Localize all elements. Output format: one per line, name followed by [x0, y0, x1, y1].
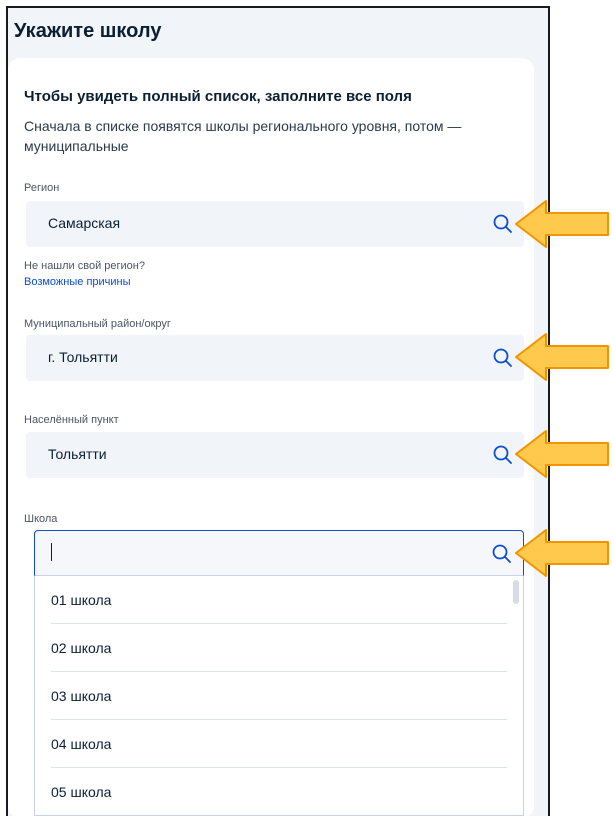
district-field[interactable]: г. Тольятти: [26, 335, 524, 381]
text-caret: [51, 543, 52, 561]
list-item[interactable]: 04 школа: [51, 720, 507, 768]
region-field[interactable]: Самарская: [26, 201, 524, 247]
possible-reasons-link[interactable]: Возможные причины: [24, 276, 131, 288]
region-value: Самарская: [48, 215, 121, 231]
school-search-input[interactable]: [34, 530, 524, 576]
region-label: Регион: [24, 182, 60, 194]
locality-field[interactable]: Тольятти: [26, 432, 524, 478]
school-options-list[interactable]: 01 школа 02 школа 03 школа 04 школа 05 ш…: [34, 576, 524, 816]
locality-label: Населённый пункт: [24, 414, 119, 426]
region-not-found-text: Не нашли свой регион?: [24, 260, 145, 272]
list-item[interactable]: 03 школа: [51, 672, 507, 720]
locality-value: Тольятти: [48, 446, 107, 462]
school-label: Школа: [24, 513, 58, 525]
district-label: Муниципальный район/округ: [24, 318, 171, 330]
list-scrollbar[interactable]: [513, 580, 519, 604]
form-subtitle: Чтобы увидеть полный список, заполните в…: [24, 88, 412, 105]
arrow-left-icon: [515, 200, 609, 248]
list-item[interactable]: 01 школа: [51, 576, 507, 624]
arrow-left-icon: [515, 333, 609, 381]
form-hint: Сначала в списке появятся школы регионал…: [24, 118, 462, 154]
search-icon[interactable]: [492, 347, 514, 369]
list-item[interactable]: 02 школа: [51, 624, 507, 672]
search-icon[interactable]: [492, 213, 514, 235]
arrow-left-icon: [515, 529, 609, 577]
page-title: Укажите школу: [14, 20, 162, 42]
district-value: г. Тольятти: [48, 349, 118, 365]
search-icon[interactable]: [491, 543, 513, 565]
list-item[interactable]: 05 школа: [51, 768, 507, 815]
search-icon[interactable]: [492, 444, 514, 466]
arrow-left-icon: [515, 430, 609, 478]
